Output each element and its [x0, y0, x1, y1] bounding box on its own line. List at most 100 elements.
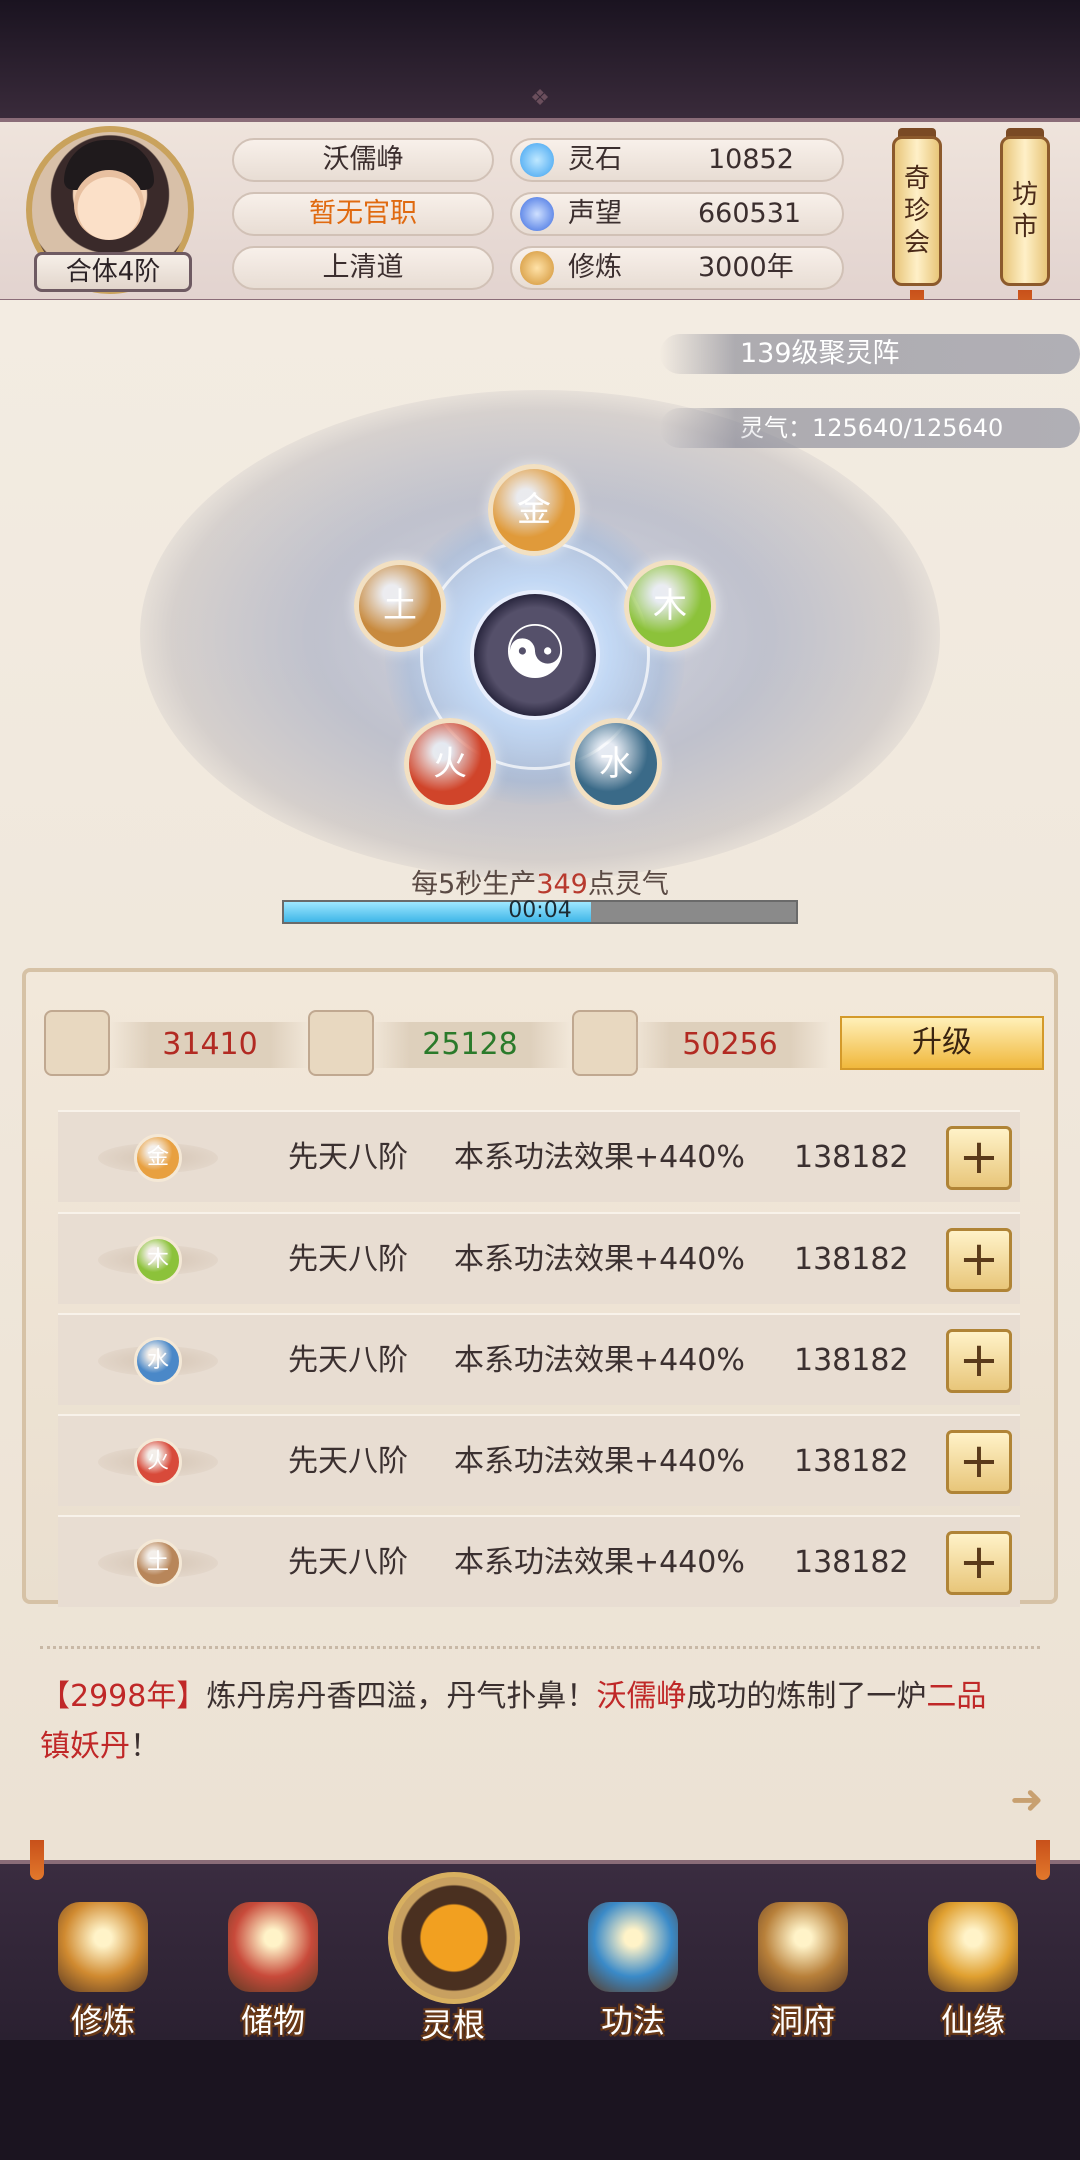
- avatar-face: [74, 170, 144, 240]
- production-suffix: 点灵气: [587, 869, 669, 900]
- meditation-icon: [520, 251, 554, 285]
- add-button[interactable]: +: [946, 1531, 1012, 1595]
- rare-treasure-button[interactable]: 奇 珍 会: [892, 136, 942, 286]
- stat-spirit-stone: 灵石 10852: [510, 138, 844, 182]
- ore-icon: [44, 1010, 110, 1076]
- nav-item-technique-book[interactable]: 功法: [558, 1902, 708, 2042]
- yin-yang-icon[interactable]: ☯: [470, 590, 600, 720]
- cultivate-icon: [58, 1902, 148, 1992]
- nav-label: 灵根: [420, 2006, 485, 2044]
- orb-metal[interactable]: 金: [488, 464, 580, 556]
- msg-item: 镇妖丹: [40, 1729, 130, 1764]
- root-rank: 先天八阶: [288, 1140, 408, 1175]
- resource-value: 25128: [422, 1027, 518, 1062]
- stat-label: 声望: [568, 198, 622, 229]
- player-name: 沃儒峥: [232, 138, 494, 182]
- nav-label: 修炼: [70, 2002, 135, 2040]
- spirit-root-row: 火 先天八阶 本系功法效果+440% 138182 +: [58, 1414, 1020, 1506]
- nav-item-cultivate[interactable]: 修炼: [28, 1902, 178, 2042]
- rare-treasure-label: 奇 珍 会: [903, 164, 930, 258]
- element-orb-icon: 水: [134, 1337, 182, 1385]
- msg-bracket: 】: [176, 1679, 207, 1714]
- official-rank[interactable]: 暂无官职: [232, 192, 494, 236]
- stat-value: 3000年: [698, 252, 794, 283]
- orb-label: 土: [383, 586, 417, 626]
- reputation-flame-icon: [520, 197, 554, 231]
- root-rank: 先天八阶: [288, 1343, 408, 1378]
- nav-item-spirit-root[interactable]: 灵根: [378, 1996, 528, 2046]
- wood-icon: [308, 1010, 374, 1076]
- orb-label: 木: [653, 586, 687, 626]
- stat-reputation: 声望 660531: [510, 192, 844, 236]
- herb-icon: [572, 1010, 638, 1076]
- nav-label: 储物: [240, 2002, 305, 2040]
- stat-cultivation: 修炼 3000年: [510, 246, 844, 290]
- nav-item-storage-bag[interactable]: 储物: [198, 1902, 348, 2042]
- orb-water[interactable]: 水: [570, 718, 662, 810]
- orb-earth[interactable]: 土: [354, 560, 446, 652]
- msg-bracket: 【: [40, 1679, 70, 1714]
- root-cost: 138182: [794, 1242, 909, 1277]
- spirit-root-row: 金 先天八阶 本系功法效果+440% 138182 +: [58, 1110, 1020, 1202]
- root-cost: 138182: [794, 1140, 909, 1175]
- element-orb-icon: 土: [134, 1539, 182, 1587]
- resource-ore: 31410: [110, 1022, 310, 1068]
- orb-label: 火: [433, 744, 467, 784]
- orb-label: 水: [599, 744, 633, 784]
- cave-abode-icon: [758, 1902, 848, 1992]
- resource-value: 50256: [682, 1027, 778, 1062]
- top-band: ❖: [0, 0, 1080, 120]
- arrow-right-icon[interactable]: ➜: [1010, 1778, 1054, 1822]
- resource-wood: 25128: [370, 1022, 570, 1068]
- market-label: 坊 市: [1011, 180, 1038, 242]
- message-divider: [40, 1646, 1040, 1658]
- root-effect: 本系功法效果+440%: [454, 1545, 745, 1580]
- realm-badge: 合体4阶: [34, 252, 192, 292]
- root-cost: 138182: [794, 1545, 909, 1580]
- msg-actor: 沃儒峥: [596, 1679, 687, 1714]
- stat-label: 灵石: [568, 144, 622, 175]
- sect-name: 上清道: [232, 246, 494, 290]
- msg-end: ！: [130, 1729, 160, 1764]
- add-button[interactable]: +: [946, 1126, 1012, 1190]
- storage-bag-icon: [228, 1902, 318, 1992]
- production-rate: 每5秒生产349点灵气: [300, 862, 780, 901]
- upgrade-button[interactable]: 升级: [840, 1016, 1044, 1070]
- element-orb-icon: 金: [134, 1134, 182, 1182]
- root-cost: 138182: [794, 1343, 909, 1378]
- spirit-root-row: 木 先天八阶 本系功法效果+440% 138182 +: [58, 1212, 1020, 1304]
- top-ornament: ❖: [530, 86, 550, 111]
- production-amount: 349: [536, 869, 588, 900]
- add-button[interactable]: +: [946, 1430, 1012, 1494]
- spirit-root-row: 水 先天八阶 本系功法效果+440% 138182 +: [58, 1313, 1020, 1405]
- msg-item: 二品: [926, 1679, 987, 1714]
- msg-text: 成功的炼制了一炉: [686, 1679, 927, 1714]
- production-timer: 00:04: [508, 898, 572, 923]
- tassel: [30, 1840, 44, 1880]
- root-rank: 先天八阶: [288, 1242, 408, 1277]
- spirit-stone-icon: [520, 143, 554, 177]
- element-orb-icon: 木: [134, 1236, 182, 1284]
- orb-fire[interactable]: 火: [404, 718, 496, 810]
- nav-item-immortal-fate[interactable]: 仙缘: [898, 1902, 1048, 2042]
- root-effect: 本系功法效果+440%: [454, 1140, 745, 1175]
- event-message: 【2998年】炼丹房丹香四溢，丹气扑鼻！沃儒峥成功的炼制了一炉二品 镇妖丹！: [40, 1672, 1050, 1772]
- nav-label: 功法: [600, 2002, 665, 2040]
- nav-item-cave-abode[interactable]: 洞府: [728, 1902, 878, 2042]
- add-button[interactable]: +: [946, 1329, 1012, 1393]
- technique-book-icon: [588, 1902, 678, 1992]
- root-rank: 先天八阶: [288, 1545, 408, 1580]
- root-effect: 本系功法效果+440%: [454, 1444, 745, 1479]
- immortal-fate-icon: [928, 1902, 1018, 1992]
- orb-label: 金: [517, 490, 551, 530]
- market-button[interactable]: 坊 市: [1000, 136, 1050, 286]
- stat-label: 修炼: [568, 252, 622, 283]
- nav-label: 洞府: [770, 2002, 835, 2040]
- spirit-root-row: 土 先天八阶 本系功法效果+440% 138182 +: [58, 1515, 1020, 1607]
- bottom-floor: [0, 2040, 1080, 2160]
- stat-value: 660531: [698, 198, 802, 229]
- spirit-root-center-emblem[interactable]: [388, 1872, 520, 2004]
- orb-wood[interactable]: 木: [624, 560, 716, 652]
- msg-text: 炼丹房丹香四溢，丹气扑鼻！: [206, 1679, 597, 1714]
- add-button[interactable]: +: [946, 1228, 1012, 1292]
